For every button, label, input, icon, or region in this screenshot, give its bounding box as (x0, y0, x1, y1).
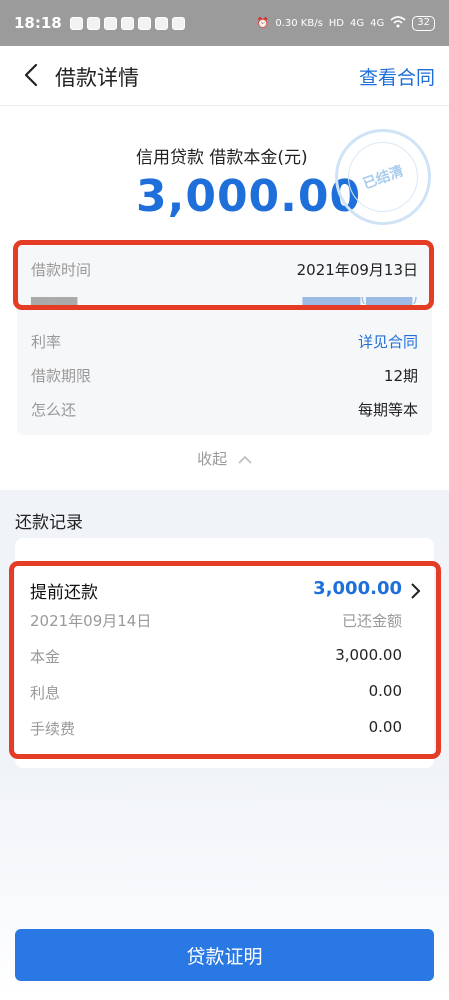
back-arrow-icon[interactable] (18, 60, 44, 90)
detail-label: 怎么还 (31, 401, 77, 419)
hd-icon: HD (328, 17, 345, 29)
capcut-icon (171, 16, 185, 30)
highlight-annotation (9, 561, 441, 759)
battery-icon: 32 (412, 15, 435, 31)
settled-stamp: 已结清 (335, 129, 431, 225)
loan-certificate-button[interactable]: 贷款证明 (15, 929, 434, 981)
detail-row-loan-term: 借款期限 12期 (17, 365, 432, 399)
status-time: 18:18 (14, 14, 62, 32)
app-notification-icon (86, 16, 100, 30)
chevron-up-icon (238, 455, 252, 464)
see-contract-link[interactable]: 详见合同 (358, 331, 418, 352)
app-notification-icon (69, 16, 83, 30)
net-speed: 0.30 KB/s (275, 17, 323, 29)
detail-label: 借款期限 (31, 367, 92, 385)
page-title: 借款详情 (55, 66, 139, 90)
detail-row-interest-rate[interactable]: 利率 详见合同 (17, 331, 432, 365)
principal-amount: 3,000.00 (136, 171, 362, 222)
play-icon (137, 16, 151, 30)
detail-value: 12期 (383, 367, 418, 385)
wifi-icon (390, 15, 406, 31)
collapse-toggle[interactable]: 收起 (0, 448, 449, 469)
view-contract-link[interactable]: 查看合同 (359, 63, 435, 90)
alarm-icon: ⏰ (256, 17, 270, 29)
tiktok-icon (154, 16, 168, 30)
highlight-annotation (13, 240, 434, 310)
system-icons: ⏰ 0.30 KB/s HD 4G 4G 32 (256, 15, 435, 31)
status-bar: 18:18 ⏰ 0.30 KB/s HD 4G 4G 32 (0, 0, 449, 46)
detail-label: 利率 (31, 333, 62, 351)
records-section-title: 还款记录 (15, 513, 83, 533)
nav-bar: 借款详情 查看合同 (0, 46, 449, 106)
app-notification-icon (120, 16, 134, 30)
signal-icon: 4G (370, 17, 385, 29)
signal-icon: 4G (350, 17, 365, 29)
stamp-label: 已结清 (360, 163, 406, 193)
loan-type-label: 信用贷款 借款本金(元) (136, 148, 308, 168)
volume-icon (103, 16, 117, 30)
detail-value: 每期等本 (357, 401, 418, 419)
collapse-label: 收起 (197, 450, 228, 468)
loan-summary: 信用贷款 借款本金(元) 3,000.00 已结清 (0, 107, 449, 242)
detail-row-repay-method: 怎么还 每期等本 (17, 399, 432, 433)
notification-icons (69, 16, 185, 30)
